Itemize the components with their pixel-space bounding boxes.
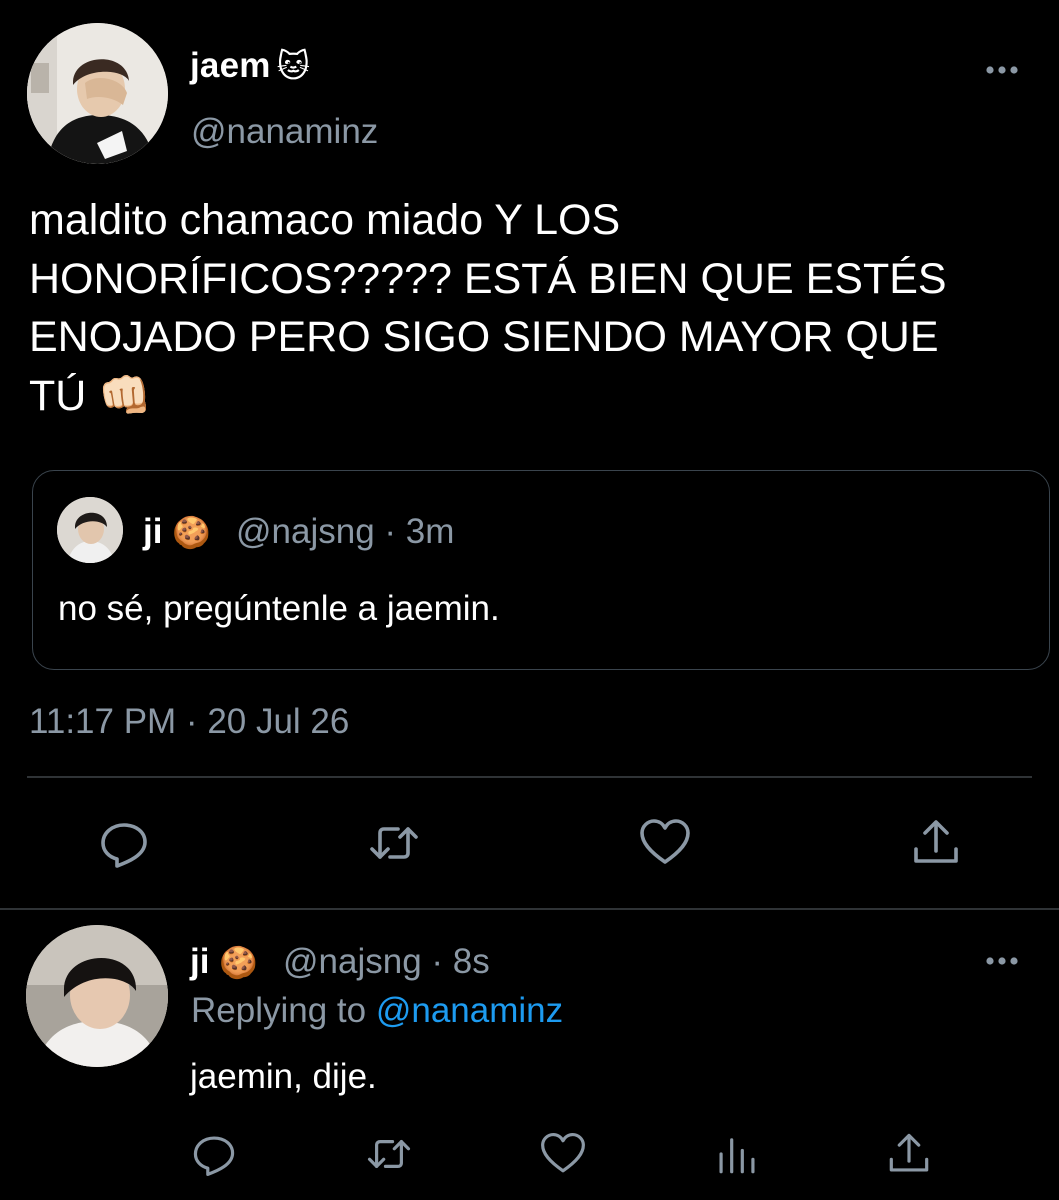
analytics-icon[interactable] [714,1131,760,1177]
tweet-text-line: HONORÍFICOS????? ESTÁ BIEN QUE ESTÉS [29,254,947,303]
main-tweet-handle[interactable]: @nanaminz [191,112,378,152]
mention-link[interactable]: @nanaminz [376,991,563,1030]
reply-tweet-avatar[interactable] [26,925,168,1067]
reply-tweet-text: jaemin, dije. [190,1057,377,1096]
replying-to-line: Replying to @nanaminz [191,991,563,1031]
divider [27,776,1032,778]
display-name-text: ji [190,942,210,981]
cookie-emoji: 🍪 [172,515,211,550]
reply-icon[interactable] [98,817,150,869]
tweet-timestamp[interactable]: 11:17 PM · 20 Jul 26 [29,702,349,742]
reply-tweet-handle-time[interactable]: @najsng · 8s [283,942,490,982]
quoted-tweet-handle-time: @najsng · 3m [236,512,455,551]
divider [0,908,1059,910]
like-icon[interactable] [540,1131,586,1177]
reply-icon[interactable] [191,1131,237,1177]
retweet-icon[interactable] [368,817,420,869]
tweet-text-line: ENOJADO PERO SIGO SIENDO MAYOR QUE [29,313,939,361]
replying-to-label: Replying to [191,991,367,1030]
cat-emoji: 🐱 [276,48,311,84]
quoted-tweet-display-name: ji 🍪 [143,512,211,552]
tweet-text-line: TÚ 👊🏻 [29,371,152,420]
main-tweet-display-name[interactable]: jaem 🐱 [190,46,310,86]
quoted-tweet-text: no sé, pregúntenle a jaemin. [58,589,500,628]
display-name-text: jaem [190,46,271,85]
tweet-text-line: maldito chamaco miado Y LOS [29,196,621,244]
quoted-tweet-avatar [57,497,123,563]
cookie-emoji: 🍪 [219,945,258,980]
retweet-icon[interactable] [366,1131,412,1177]
display-name-text: ji [143,512,163,551]
share-icon[interactable] [910,817,962,869]
more-options-icon[interactable] [985,62,1019,74]
reply-tweet-display-name[interactable]: ji 🍪 [190,942,258,982]
main-tweet-text: maldito chamaco miado Y LOS HONORÍFICOS?… [29,191,1049,425]
more-options-icon[interactable] [985,953,1019,965]
main-tweet-avatar[interactable] [27,23,168,164]
share-icon[interactable] [886,1131,932,1177]
like-icon[interactable] [639,817,691,869]
quoted-tweet-card[interactable] [32,470,1050,670]
